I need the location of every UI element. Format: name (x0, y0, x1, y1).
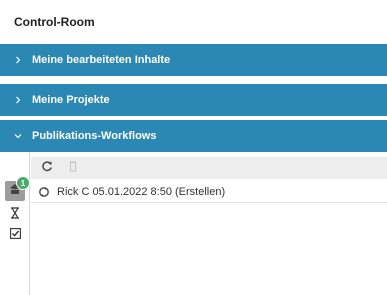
workflow-toolbar (31, 157, 387, 179)
panel-my-projects[interactable]: Meine Projekte (0, 84, 387, 116)
panel-label: Publikations-Workflows (32, 130, 157, 142)
checkbox-checked-icon (9, 226, 21, 244)
panel-my-edited-content[interactable]: Meine bearbeiteten Inhalte (0, 44, 387, 76)
chevron-down-icon (14, 132, 22, 140)
workflow-row-label: Rick C 05.01.2022 8:50 (Erstellen) (57, 185, 226, 198)
delete-button[interactable] (66, 161, 80, 175)
delete-icon (68, 159, 78, 177)
workflow-cycle-icon (37, 185, 51, 199)
refresh-icon (41, 159, 53, 177)
pending-workflows-button[interactable] (8, 206, 22, 224)
panel-publication-workflows[interactable]: Publikations-Workflows (0, 120, 387, 152)
workflow-row[interactable]: Rick C 05.01.2022 8:50 (Erstellen) (31, 181, 387, 203)
chevron-right-icon (14, 96, 22, 104)
chevron-right-icon (14, 56, 22, 64)
panel-label: Meine Projekte (32, 94, 110, 106)
window-title: Control-Room (0, 0, 387, 44)
completed-workflows-button[interactable] (8, 228, 22, 242)
refresh-button[interactable] (40, 161, 54, 175)
task-count-badge: 1 (16, 176, 30, 190)
hourglass-icon (10, 206, 20, 224)
panel-label: Meine bearbeiteten Inhalte (32, 54, 171, 66)
